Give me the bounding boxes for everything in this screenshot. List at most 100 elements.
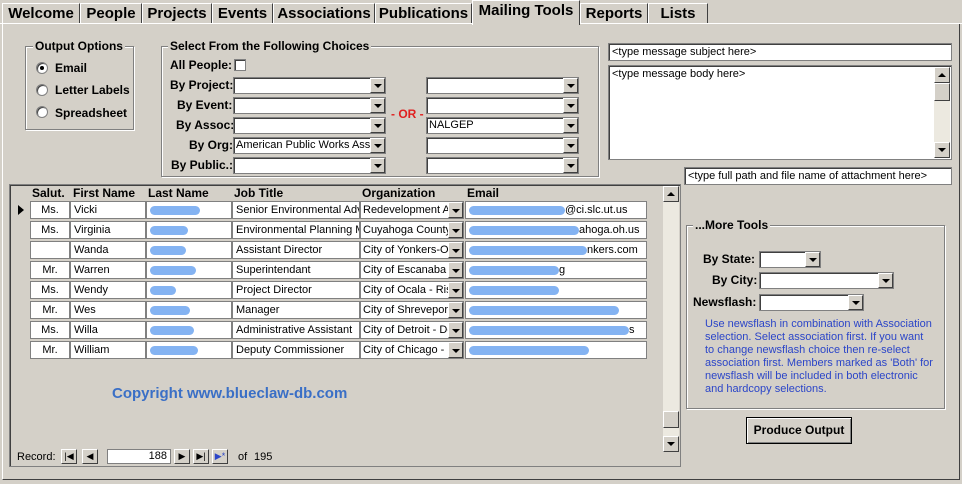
by-assoc-select[interactable] — [233, 117, 386, 134]
cell-first-name[interactable]: Wendy — [70, 281, 146, 299]
cell-email[interactable]: nkers.com — [465, 241, 647, 259]
radio-letter-labels[interactable] — [36, 84, 48, 96]
cell-email[interactable]: ahoga.oh.us — [465, 221, 647, 239]
cell-first-name[interactable]: Vicki — [70, 201, 146, 219]
message-subject-input[interactable]: <type message subject here> — [608, 43, 952, 61]
cell-salut[interactable]: Ms. — [30, 201, 70, 219]
cell-organization[interactable]: City of Chicago - D — [360, 341, 464, 359]
prev-record-icon[interactable]: ◀ — [82, 449, 98, 464]
chevron-down-icon[interactable] — [563, 118, 578, 133]
row-selector[interactable] — [12, 301, 28, 319]
by-city-select[interactable] — [759, 272, 894, 289]
tab-associations[interactable]: Associations — [273, 3, 375, 24]
chevron-down-icon[interactable] — [448, 242, 463, 258]
table-row[interactable]: Ms. Willa Administrative Assistant City of … — [12, 320, 662, 340]
cell-salut[interactable]: Ms. — [30, 321, 70, 339]
by-public-select[interactable] — [233, 157, 386, 174]
cell-salut[interactable] — [30, 241, 70, 259]
cell-last-name[interactable] — [146, 321, 232, 339]
by-project-alt-select[interactable] — [426, 77, 579, 94]
cell-last-name[interactable] — [146, 201, 232, 219]
table-row[interactable]: Ms. Vicki Senior Environmental Adv Redevelo… — [12, 200, 662, 220]
chevron-down-icon[interactable] — [448, 302, 463, 318]
cell-organization[interactable]: City of Shreveport — [360, 301, 464, 319]
cell-last-name[interactable] — [146, 241, 232, 259]
chevron-down-icon[interactable] — [448, 222, 463, 238]
chevron-down-icon[interactable] — [370, 78, 385, 93]
cell-organization[interactable]: City of Ocala - Ris — [360, 281, 464, 299]
chevron-down-icon[interactable] — [448, 262, 463, 278]
scroll-down-icon[interactable] — [663, 436, 679, 452]
scroll-thumb[interactable] — [663, 411, 679, 428]
by-event-select[interactable] — [233, 97, 386, 114]
cell-job-title[interactable]: Environmental Planning M — [232, 221, 360, 239]
table-row[interactable]: Ms. Wendy Project Director City of Ocala - … — [12, 280, 662, 300]
cell-last-name[interactable] — [146, 301, 232, 319]
cell-salut[interactable]: Mr. — [30, 301, 70, 319]
tab-projects[interactable]: Projects — [142, 3, 212, 24]
tab-publications[interactable]: Publications — [375, 3, 472, 24]
cell-email[interactable] — [465, 281, 647, 299]
cell-job-title[interactable]: Deputy Commissioner — [232, 341, 360, 359]
cell-first-name[interactable]: William — [70, 341, 146, 359]
row-selector[interactable] — [12, 261, 28, 279]
chevron-down-icon[interactable] — [848, 295, 863, 310]
table-row[interactable]: Wanda Assistant Director City of Yonkers-O… — [12, 240, 662, 260]
next-record-icon[interactable]: ▶ — [174, 449, 190, 464]
tab-people[interactable]: People — [80, 3, 142, 24]
row-selector[interactable] — [12, 221, 28, 239]
chevron-down-icon[interactable] — [563, 98, 578, 113]
cell-email[interactable] — [465, 301, 647, 319]
record-number-input[interactable]: 188 — [107, 449, 171, 464]
cell-job-title[interactable]: Administrative Assistant — [232, 321, 360, 339]
cell-last-name[interactable] — [146, 281, 232, 299]
scroll-down-icon[interactable] — [934, 142, 950, 158]
cell-salut[interactable]: Mr. — [30, 261, 70, 279]
cell-first-name[interactable]: Wes — [70, 301, 146, 319]
row-selector[interactable] — [12, 341, 28, 359]
chevron-down-icon[interactable] — [805, 252, 820, 267]
scroll-thumb[interactable] — [934, 83, 950, 101]
cell-first-name[interactable]: Warren — [70, 261, 146, 279]
chevron-down-icon[interactable] — [448, 202, 463, 218]
radio-spreadsheet[interactable] — [36, 106, 48, 118]
cell-salut[interactable]: Ms. — [30, 281, 70, 299]
cell-job-title[interactable]: Assistant Director — [232, 241, 360, 259]
cell-email[interactable] — [465, 341, 647, 359]
tab-mailing-tools[interactable]: Mailing Tools — [472, 0, 580, 25]
table-row[interactable]: Mr. William Deputy Commissioner City of Chi… — [12, 340, 662, 360]
by-project-select[interactable] — [233, 77, 386, 94]
chevron-down-icon[interactable] — [370, 158, 385, 173]
by-public-alt-select[interactable] — [426, 157, 579, 174]
by-org-select[interactable]: American Public Works Assoc — [233, 137, 386, 154]
row-selector[interactable] — [12, 281, 28, 299]
tab-events[interactable]: Events — [212, 3, 273, 24]
table-row[interactable]: Ms. Virginia Environmental Planning M Cuyah… — [12, 220, 662, 240]
chevron-down-icon[interactable] — [563, 158, 578, 173]
chevron-down-icon[interactable] — [448, 342, 463, 358]
message-body-input[interactable]: <type message body here> — [608, 65, 952, 160]
cell-email[interactable]: @ci.slc.ut.us — [465, 201, 647, 219]
table-row[interactable]: Mr. Wes Manager City of Shreveport — [12, 300, 662, 320]
cell-organization[interactable]: Redevelopment A — [360, 201, 464, 219]
produce-output-button[interactable]: Produce Output — [746, 417, 852, 444]
cell-job-title[interactable]: Superintendant — [232, 261, 360, 279]
first-record-icon[interactable]: |◀ — [61, 449, 77, 464]
cell-last-name[interactable] — [146, 221, 232, 239]
cell-first-name[interactable]: Wanda — [70, 241, 146, 259]
attachment-path-input[interactable]: <type full path and file name of attachm… — [684, 167, 952, 185]
chevron-down-icon[interactable] — [563, 78, 578, 93]
scroll-up-icon[interactable] — [934, 67, 950, 83]
chevron-down-icon[interactable] — [448, 322, 463, 338]
cell-first-name[interactable]: Willa — [70, 321, 146, 339]
chevron-down-icon[interactable] — [563, 138, 578, 153]
last-record-icon[interactable]: ▶| — [193, 449, 209, 464]
cell-email[interactable]: g — [465, 261, 647, 279]
by-state-select[interactable] — [759, 251, 821, 268]
cell-email[interactable]: s — [465, 321, 647, 339]
chevron-down-icon[interactable] — [448, 282, 463, 298]
by-org-alt-select[interactable] — [426, 137, 579, 154]
cell-organization[interactable]: Cuyahoga County — [360, 221, 464, 239]
table-row[interactable]: Mr. Warren Superintendant City of Escanaba g — [12, 260, 662, 280]
cell-salut[interactable]: Ms. — [30, 221, 70, 239]
